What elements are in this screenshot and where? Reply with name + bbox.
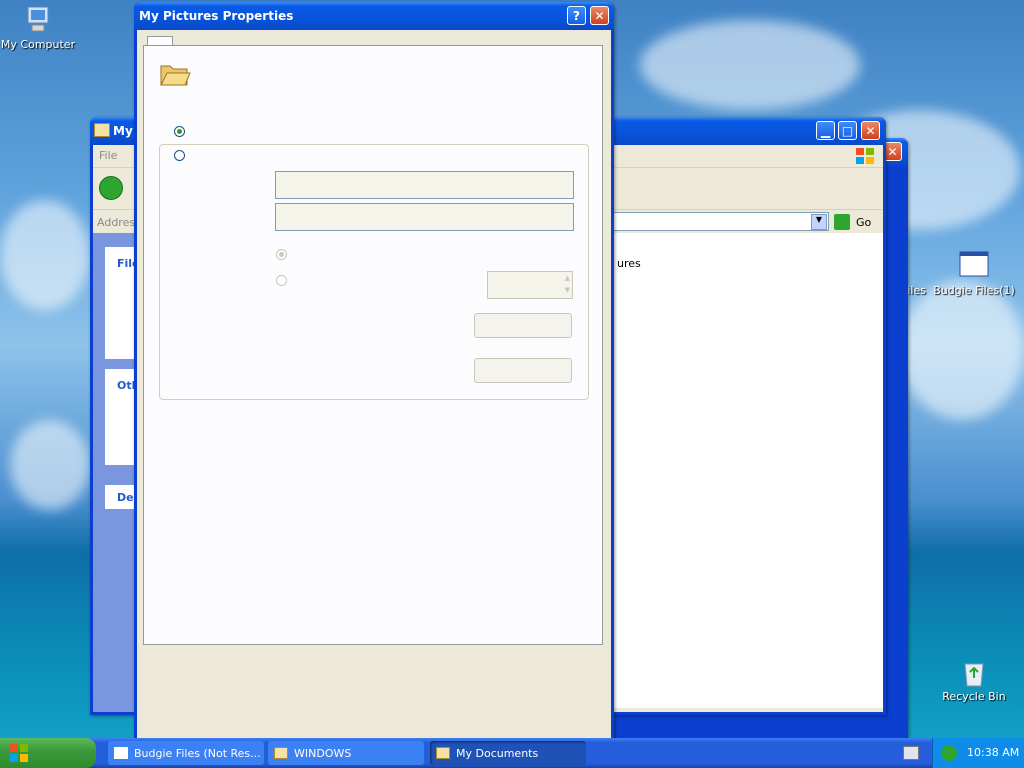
recycle-bin-icon	[958, 656, 990, 688]
taskbar-item-budgie-files[interactable]: Budgie Files (Not Res...	[108, 741, 264, 765]
keyboard-icon[interactable]	[903, 746, 919, 760]
properties-dialog[interactable]: My Pictures Properties ? ✕ ▲ ▼	[134, 2, 614, 740]
window-file-icon	[958, 250, 990, 282]
text-field-2[interactable]	[275, 203, 574, 231]
taskbar-item-label: My Documents	[456, 746, 539, 760]
windows-logo-icon	[855, 147, 875, 165]
dialog-close-button[interactable]: ✕	[590, 6, 609, 25]
radio-option-2[interactable]	[174, 150, 185, 161]
address-input[interactable]	[613, 212, 829, 231]
go-button-label[interactable]: Go	[856, 216, 871, 229]
clock[interactable]: 10:38 AM	[967, 746, 1019, 759]
taskbar-item-windows[interactable]: WINDOWS	[268, 741, 424, 765]
sky-cloud	[10, 420, 90, 510]
file-list[interactable]: ures	[613, 233, 883, 708]
spin-up-icon[interactable]: ▲	[565, 274, 570, 282]
desktop-icon-my-computer[interactable]: My Computer	[0, 4, 83, 51]
address-dropdown-button[interactable]: ▼	[811, 214, 827, 230]
dialog-titlebar[interactable]: My Pictures Properties	[134, 2, 614, 30]
dialog-body: ▲ ▼	[137, 30, 611, 740]
documents-icon	[436, 747, 450, 759]
maximize-button[interactable]: □	[838, 121, 857, 140]
close-button[interactable]: ✕	[861, 121, 880, 140]
start-button[interactable]	[0, 738, 96, 768]
address-label: Addres	[97, 216, 136, 229]
tab-page: ▲ ▼	[143, 45, 603, 645]
taskbar-item-label: Budgie Files (Not Res...	[134, 746, 261, 760]
sky-cloud	[640, 20, 860, 110]
taskbar-item-my-documents[interactable]: My Documents	[430, 741, 586, 765]
spin-down-icon[interactable]: ▼	[565, 286, 570, 294]
minimize-button[interactable]: ▁	[816, 121, 835, 140]
back-arrow-icon[interactable]	[99, 176, 123, 200]
tray-app-icon[interactable]	[941, 745, 957, 761]
menu-file[interactable]: File	[99, 149, 117, 162]
sky-cloud	[0, 200, 90, 310]
sub-radio-2[interactable]	[276, 275, 287, 286]
desktop-icon-budgie-files-1[interactable]: Budgie Files(1)	[929, 250, 1019, 297]
sub-radio-1[interactable]	[276, 249, 287, 260]
folder-open-icon	[159, 60, 191, 88]
text-field-1[interactable]	[275, 171, 574, 199]
explorer-title: My	[113, 124, 133, 138]
help-button[interactable]: ?	[567, 6, 586, 25]
dialog-title: My Pictures Properties	[139, 9, 294, 23]
computer-icon	[22, 4, 54, 36]
taskbar-item-label: WINDOWS	[294, 746, 352, 760]
desktop-icon-label: Recycle Bin	[942, 690, 1006, 703]
sky-cloud	[900, 280, 1024, 420]
radio-option-1[interactable]	[174, 126, 185, 137]
desktop-icon-recycle-bin[interactable]: Recycle Bin	[929, 656, 1019, 703]
file-list-item[interactable]: ures	[617, 257, 641, 270]
desktop-icon-label: iles	[907, 284, 926, 297]
desktop-icon-label: Budgie Files(1)	[933, 284, 1015, 297]
windows-flag-icon	[10, 744, 28, 762]
number-stepper[interactable]: ▲ ▼	[487, 271, 573, 299]
system-tray: 10:38 AM	[932, 738, 1024, 768]
go-arrow-icon[interactable]	[834, 214, 850, 230]
window-icon	[114, 747, 128, 759]
desktop-icon-label: My Computer	[0, 38, 76, 51]
folder-icon	[274, 747, 288, 759]
task-section-title: De	[117, 491, 134, 504]
folder-icon	[94, 123, 110, 137]
dialog-button-2[interactable]	[474, 358, 572, 383]
dialog-button-1[interactable]	[474, 313, 572, 338]
